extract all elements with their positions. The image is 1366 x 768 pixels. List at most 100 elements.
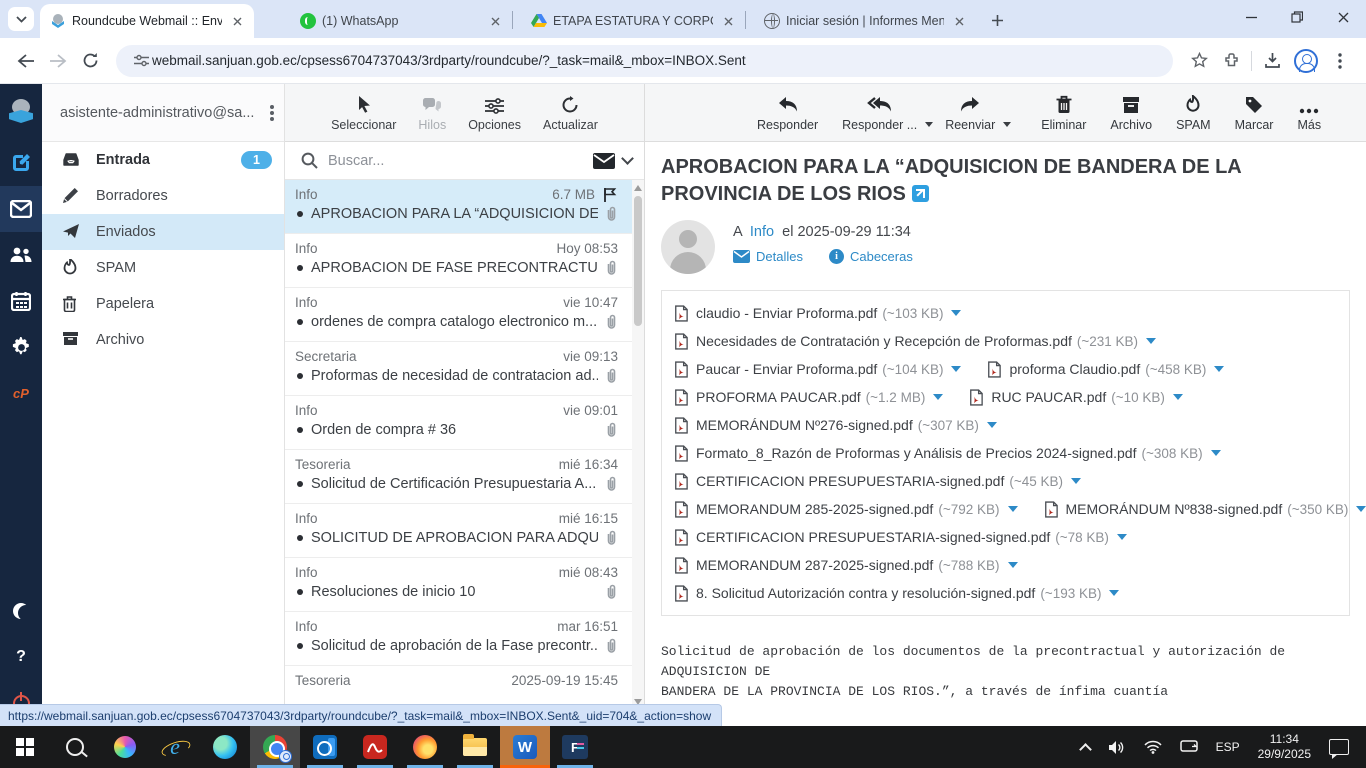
wifi-icon[interactable] [1144,740,1162,754]
restore-button[interactable] [1274,0,1320,34]
roundcube-logo-icon[interactable] [0,84,42,140]
external-link-icon[interactable] [912,185,929,202]
attachment-menu-caret-icon[interactable] [1008,506,1018,512]
search-scope-envelope-icon[interactable] [593,153,615,169]
firefox-button[interactable] [400,726,450,768]
folder-enviados[interactable]: Enviados [42,214,284,250]
attachment-item[interactable]: claudio - Enviar Proforma.pdf(~103 KB) [674,305,961,322]
help-icon[interactable]: ? [0,634,42,680]
site-settings-icon[interactable] [130,45,152,77]
headers-link[interactable]: i Cabeceras [829,249,913,264]
message-row[interactable]: Infomié 08:43 Resoluciones de inicio 10 [285,558,644,612]
message-row[interactable]: InfoHoy 08:53 APROBACION DE FASE PRECONT… [285,234,644,288]
attachment-item[interactable]: MEMORÁNDUM Nº276-signed.pdf(~307 KB) [674,417,997,434]
threads-button[interactable]: Hilos [418,94,446,132]
url-bar[interactable]: webmail.sanjuan.gob.ec/cpsess6704737043/… [116,45,1173,77]
attachment-menu-caret-icon[interactable] [987,422,997,428]
attachment-item[interactable]: RUC PAUCAR.pdf(~10 KB) [969,389,1183,406]
attachment-item[interactable]: MEMORANDUM 285-2025-signed.pdf(~792 KB) [674,501,1018,518]
mark-button[interactable]: Más Marcar [1235,94,1274,132]
forward-button[interactable]: Reenviar [945,94,995,132]
attachment-menu-caret-icon[interactable] [1146,338,1156,344]
refresh-button[interactable]: Actualizar [543,94,598,132]
file-explorer-button[interactable] [450,726,500,768]
attachment-menu-caret-icon[interactable] [933,394,943,400]
reload-icon[interactable] [74,45,106,77]
tab-close-icon[interactable] [486,12,504,30]
attachment-item[interactable]: Necesidades de Contratación y Recepción … [674,333,1156,350]
flag-icon[interactable] [603,187,618,202]
extensions-icon[interactable] [1215,45,1247,77]
more-button[interactable]: Más [1297,94,1321,132]
outlook-button[interactable] [300,726,350,768]
copilot-button[interactable] [100,726,150,768]
attachment-menu-caret-icon[interactable] [1117,534,1127,540]
attachment-item[interactable]: CERTIFICACION PRESUPUESTARIA-signed.pdf(… [674,473,1081,490]
profile-icon[interactable] [1294,49,1318,73]
minimize-button[interactable] [1228,0,1274,34]
recipient-link[interactable]: Info [750,224,774,240]
folder-spam[interactable]: SPAM [42,250,284,286]
message-row[interactable]: Tesoreriamié 16:34 Solicitud de Certific… [285,450,644,504]
attachment-item[interactable]: MEMORÁNDUM Nº838-signed.pdf(~350 KB) [1044,501,1366,518]
edge-button[interactable] [200,726,250,768]
forward-caret-icon[interactable] [1003,122,1011,127]
clock[interactable]: 11:3429/9/2025 [1258,732,1311,762]
details-link[interactable]: Detalles [733,249,803,264]
attachment-item[interactable]: Paucar - Enviar Proforma.pdf(~104 KB) [674,361,961,378]
back-icon[interactable] [10,45,42,77]
cpanel-icon[interactable]: cP [0,370,42,416]
attachment-menu-caret-icon[interactable] [1109,590,1119,596]
dark-mode-moon-icon[interactable] [0,588,42,634]
attachment-menu-caret-icon[interactable] [951,366,961,372]
tab-informes[interactable]: Iniciar sesión | Informes Mensu [754,4,976,38]
list-scrollbar[interactable] [632,180,644,710]
action-center-icon[interactable] [1329,739,1349,755]
volume-icon[interactable] [1108,740,1126,755]
close-button[interactable] [1320,0,1366,34]
attachment-menu-caret-icon[interactable] [1173,394,1183,400]
attachment-item[interactable]: MEMORANDUM 287-2025-signed.pdf(~788 KB) [674,557,1018,574]
tab-close-icon[interactable] [228,12,246,30]
tab-close-icon[interactable] [950,12,968,30]
menu-icon[interactable] [1324,45,1356,77]
archive-button[interactable]: Archivo [1110,94,1152,132]
acrobat-button[interactable] [350,726,400,768]
fe-app-button[interactable]: F [550,726,600,768]
attachment-item[interactable]: Formato_8_Razón de Proformas y Análisis … [674,445,1221,462]
bookmark-star-icon[interactable] [1183,45,1215,77]
internet-explorer-button[interactable]: e [150,726,200,768]
folder-papelera[interactable]: Papelera [42,286,284,322]
search-input[interactable] [328,153,593,169]
word-button[interactable]: W [500,726,550,768]
tab-whatsapp[interactable]: (1) WhatsApp [290,4,512,38]
language-indicator[interactable]: ESP [1216,740,1240,754]
folder-borradores[interactable]: Borradores [42,178,284,214]
attachment-menu-caret-icon[interactable] [1071,478,1081,484]
reply-button[interactable]: Responder [757,94,818,132]
attachment-item[interactable]: 8. Solicitud Autorización contra y resol… [674,585,1119,602]
attachment-menu-caret-icon[interactable] [1008,562,1018,568]
folder-archivo[interactable]: Archivo [42,322,284,358]
delete-button[interactable]: Eliminar [1041,94,1086,132]
contacts-icon[interactable] [0,232,42,278]
select-button[interactable]: Seleccionar [331,94,396,132]
message-row[interactable]: Secretariavie 09:13 Proformas de necesid… [285,342,644,396]
attachment-item[interactable]: PROFORMA PAUCAR.pdf(~1.2 MB) [674,389,943,406]
attachment-menu-caret-icon[interactable] [951,310,961,316]
forward-icon[interactable] [42,45,74,77]
downloads-icon[interactable] [1256,45,1288,77]
spam-button[interactable]: SPAM [1176,94,1211,132]
message-row[interactable]: Infovie 09:01 Orden de compra # 36 [285,396,644,450]
tab-drive[interactable]: ETAPA ESTATURA Y CORPORAL [521,4,745,38]
attachment-item[interactable]: proforma Claudio.pdf(~458 KB) [987,361,1224,378]
reply-all-button[interactable]: Responder ... [842,94,917,132]
attachment-menu-caret-icon[interactable] [1214,366,1224,372]
tray-expand-chevron-icon[interactable] [1081,741,1090,754]
attachment-menu-caret-icon[interactable] [1211,450,1221,456]
attachment-menu-caret-icon[interactable] [1356,506,1366,512]
mail-icon[interactable] [0,186,42,232]
options-button[interactable]: Opciones [468,94,521,132]
account-header[interactable]: asistente-administrativo@sa... [42,84,284,142]
message-row[interactable]: Infomié 16:15 SOLICITUD DE APROBACION PA… [285,504,644,558]
